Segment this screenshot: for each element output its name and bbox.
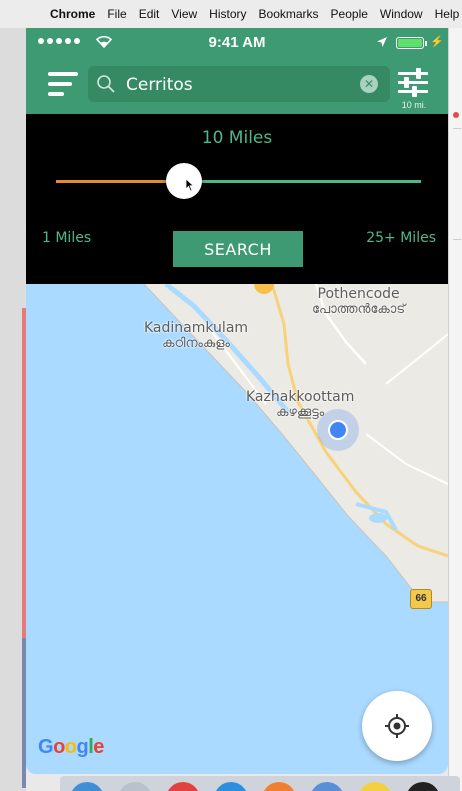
menu-people[interactable]: People [331,7,368,21]
search-bar: ✕ [88,66,390,102]
mouse-cursor-icon [185,178,195,192]
menu-bookmarks[interactable]: Bookmarks [259,7,319,21]
dock-safari-icon[interactable] [214,782,248,791]
distance-slider-thumb[interactable] [165,163,202,199]
filter-sliders-icon [398,68,428,97]
map-label-pothencode: Pothencode പോത്തൻകോട് [312,286,406,317]
map-view[interactable]: Pothencode പോത്തൻകോട് Kadinamkulam കഠിനം… [26,284,448,774]
filter-distance-label: 10 mi. [401,100,427,110]
slider-track-filled[interactable] [56,180,184,183]
menu-window[interactable]: Window [380,7,423,21]
dock-terminal-icon[interactable] [406,782,440,791]
location-services-icon [377,37,387,47]
crosshair-locate-icon [385,714,409,738]
dock-app-icon[interactable] [358,782,392,791]
background-browser-window [448,28,462,791]
menu-app-chrome[interactable]: Chrome [50,7,95,21]
menu-view[interactable]: View [171,7,197,21]
background-window-close-icon [453,112,459,118]
slider-min-label: 1 Miles [42,230,92,246]
slider-track-remaining[interactable] [183,180,421,183]
map-label-kadinamkulam: Kadinamkulam കഠിനംകുളം [144,320,249,351]
dock-firefox-icon[interactable] [262,782,296,791]
battery-icon [396,37,424,49]
dock-app-icon[interactable] [166,782,200,791]
desktop-background-left [0,28,26,791]
background-window-content [453,128,461,240]
google-attribution-logo: Google [38,736,104,758]
mac-menu-bar: Chrome File Edit View History Bookmarks … [0,0,462,29]
phone-screen: 9:41 AM ⚡ ✕ [26,28,448,774]
clear-search-button[interactable]: ✕ [360,75,378,93]
dock-app-icon[interactable] [310,782,344,791]
search-icon [97,75,115,93]
hamburger-menu-button[interactable] [48,72,78,98]
menu-edit[interactable]: Edit [139,7,160,21]
mac-dock [60,776,460,791]
route-shield-66: 66 [410,589,432,609]
menu-file[interactable]: File [107,7,126,21]
status-bar: 9:41 AM ⚡ [26,28,448,56]
dock-launchpad-icon[interactable] [118,782,152,791]
dock-finder-icon[interactable] [70,782,104,791]
distance-value-label: 10 Miles [201,128,273,148]
search-input[interactable] [124,70,348,100]
app-header: 9:41 AM ⚡ ✕ [26,28,448,114]
my-location-button[interactable] [362,691,432,761]
distance-filter-panel: 10 Miles 1 Miles 25+ Miles SEARCH [26,114,448,284]
search-button[interactable]: SEARCH [173,231,303,267]
slider-max-label: 25+ Miles [366,230,436,246]
menu-history[interactable]: History [209,7,246,21]
charging-bolt-icon: ⚡ [430,36,444,48]
battery-tip [425,41,427,46]
current-location-marker [317,409,359,451]
menu-help[interactable]: Help [435,7,460,21]
